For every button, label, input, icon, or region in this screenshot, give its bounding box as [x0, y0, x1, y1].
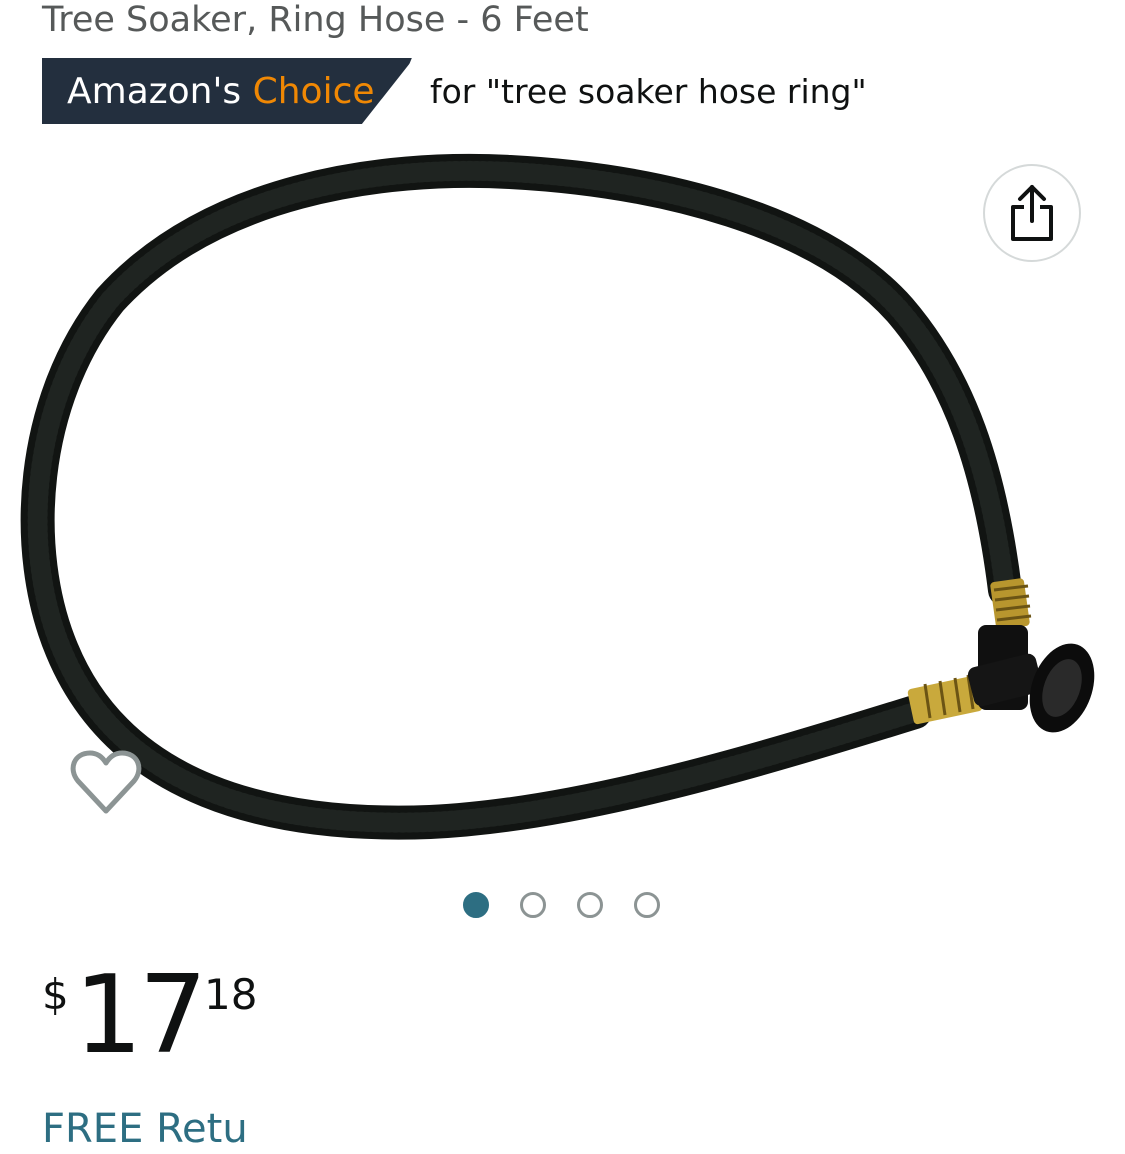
badge-slash-divider — [385, 58, 414, 124]
price-whole: 17 — [74, 953, 207, 1078]
carousel-dot-1[interactable] — [463, 892, 489, 918]
tee-connector — [967, 625, 1095, 733]
carousel-dot-2[interactable] — [520, 892, 546, 918]
free-returns-link[interactable]: FREE Retu — [42, 1104, 248, 1154]
carousel-dot-4[interactable] — [634, 892, 660, 918]
price-fraction: 18 — [204, 970, 258, 1019]
brass-fitting-upper — [990, 578, 1032, 630]
product-image-soaker-hose[interactable] — [0, 140, 1125, 860]
amazons-choice-badge-row[interactable]: Amazon's Choice for "tree soaker hose ri… — [42, 58, 1042, 124]
carousel-indicator — [463, 890, 673, 920]
heart-outline-icon[interactable] — [70, 747, 142, 819]
share-icon — [1011, 185, 1053, 241]
carousel-dot-3[interactable] — [577, 892, 603, 918]
price-currency-symbol: $ — [42, 970, 69, 1019]
product-title: Tree Soaker, Ring Hose - 6 Feet — [42, 0, 589, 40]
badge-query-text: for "tree soaker hose ring" — [430, 72, 867, 111]
price: $ 17 18 — [42, 956, 442, 1076]
share-button[interactable] — [983, 164, 1081, 262]
